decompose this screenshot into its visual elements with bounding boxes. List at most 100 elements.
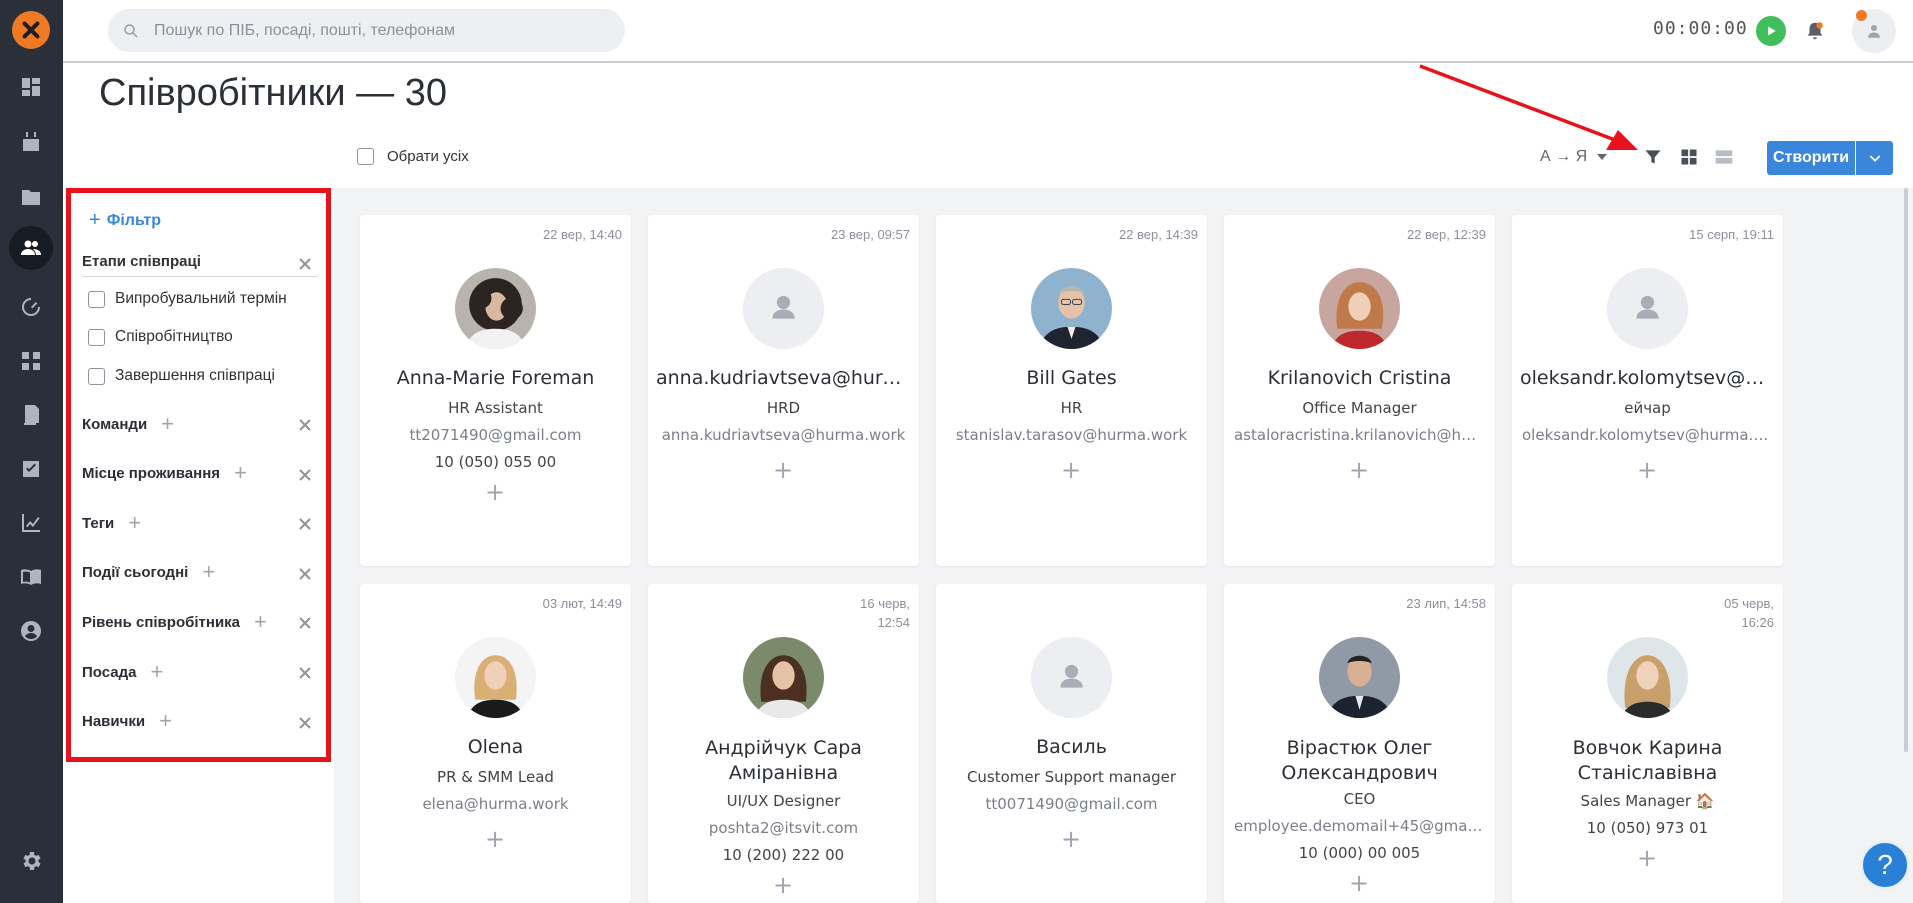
employee-email[interactable]: tt0071490@gmail.com — [946, 794, 1197, 814]
settings-gear-icon[interactable] — [16, 846, 46, 876]
employee-phone[interactable]: 10 (050) 055 00 — [370, 452, 621, 472]
filter-group-teams[interactable]: Команди + — [82, 413, 174, 435]
employee-card[interactable]: Василь Customer Support manager tt007149… — [936, 584, 1207, 903]
app-logo[interactable] — [12, 11, 50, 49]
employee-phone[interactable]: 10 (000) 00 005 — [1234, 843, 1485, 863]
add-icon[interactable]: + — [485, 480, 505, 504]
profile-icon[interactable] — [16, 616, 46, 646]
add-icon[interactable]: + — [161, 413, 174, 435]
select-all-label: Обрати усіх — [387, 148, 469, 165]
close-icon[interactable] — [297, 417, 313, 433]
create-button[interactable]: Створити — [1767, 141, 1855, 175]
filter-group-position[interactable]: Посада + — [82, 661, 163, 683]
filter-group-employee-level[interactable]: Рівень співробітника + — [82, 611, 267, 633]
employee-email[interactable]: employee.demomail+45@gmail.com — [1234, 816, 1485, 836]
performance-icon[interactable] — [16, 292, 46, 322]
list-view-icon[interactable] — [1713, 146, 1735, 168]
stage-option-cooperation[interactable]: Співробітництво — [88, 328, 233, 346]
employee-email[interactable]: oleksandr.kolomytsev@hurma.work — [1522, 425, 1773, 445]
employee-card[interactable]: 22 вер, 12:39 Krilanovich Cristina Offic… — [1224, 215, 1495, 566]
employee-name[interactable]: Вірастюк Олег Олександрович — [1232, 736, 1487, 786]
employee-card[interactable]: 23 лип, 14:58 Вірастюк Олег Олександрови… — [1224, 584, 1495, 903]
help-button[interactable]: ? — [1860, 840, 1910, 890]
add-icon[interactable]: + — [128, 512, 141, 534]
add-icon[interactable]: + — [773, 873, 793, 897]
add-icon[interactable]: + — [150, 661, 163, 683]
employee-phone[interactable]: 10 (200) 222 00 — [658, 845, 909, 865]
add-icon[interactable]: + — [1349, 458, 1369, 482]
add-icon[interactable]: + — [1349, 871, 1369, 895]
close-icon[interactable] — [297, 566, 313, 582]
filter-group-events-today[interactable]: Події сьогодні + — [82, 561, 215, 583]
documents-icon[interactable] — [16, 400, 46, 430]
employee-card[interactable]: 22 вер, 14:40 Anna-Marie Foreman HR Assi… — [360, 215, 631, 566]
add-icon[interactable]: + — [234, 462, 247, 484]
add-icon[interactable]: + — [1637, 846, 1657, 870]
employee-phone[interactable]: 10 (050) 973 01 — [1522, 818, 1773, 838]
close-icon[interactable] — [297, 516, 313, 532]
knowledge-base-icon[interactable] — [16, 562, 46, 592]
employee-card[interactable]: 22 вер, 14:39 Bill Gates HR stanislav.ta… — [936, 215, 1207, 566]
close-icon[interactable] — [297, 715, 313, 731]
add-filter-button[interactable]: + Фільтр — [89, 209, 161, 232]
search-input[interactable] — [154, 21, 594, 40]
employee-email[interactable]: tt2071490@gmail.com — [370, 425, 621, 445]
employee-card[interactable]: 05 черв, 16:26 Вовчок Карина Станіславів… — [1512, 584, 1783, 903]
stage-checkbox[interactable] — [88, 290, 105, 308]
tasks-icon[interactable] — [16, 454, 46, 484]
add-icon[interactable]: + — [773, 458, 793, 482]
employee-name[interactable]: Василь — [944, 735, 1199, 760]
user-avatar[interactable] — [1852, 9, 1896, 53]
close-icon[interactable] — [297, 467, 313, 483]
filter-group-tags[interactable]: Теги + — [82, 512, 141, 534]
select-all-control[interactable]: Обрати усіх — [357, 148, 469, 165]
add-icon[interactable]: + — [485, 827, 505, 851]
recruiting-icon[interactable] — [16, 182, 46, 212]
scrollbar[interactable] — [1898, 188, 1913, 903]
employee-email[interactable]: poshta2@itsvit.com — [658, 818, 909, 838]
org-structure-icon[interactable] — [16, 346, 46, 376]
employee-name[interactable]: oleksandr.kolomytsev@hurma.work — [1520, 366, 1775, 391]
close-icon[interactable] — [297, 665, 313, 681]
employee-name[interactable]: Anna-Marie Foreman — [368, 366, 623, 391]
grid-view-icon[interactable] — [1678, 146, 1700, 168]
employee-card[interactable]: 16 черв, 12:54 Андрійчук Сара Аміранівна… — [648, 584, 919, 903]
scrollbar-thumb[interactable] — [1904, 188, 1908, 752]
employees-icon[interactable] — [9, 226, 53, 270]
employee-name[interactable]: Krilanovich Cristina — [1232, 366, 1487, 391]
employee-name[interactable]: Bill Gates — [944, 366, 1199, 391]
employee-name[interactable]: Вовчок Карина Станіславівна — [1520, 736, 1775, 786]
create-options-button[interactable] — [1856, 141, 1893, 175]
add-icon[interactable]: + — [1061, 827, 1081, 851]
stage-checkbox[interactable] — [88, 367, 105, 385]
reports-icon[interactable] — [16, 508, 46, 538]
filter-group-skills[interactable]: Навички + — [82, 710, 172, 732]
filter-group-residence[interactable]: Місце проживання + — [82, 462, 247, 484]
employee-email[interactable]: stanislav.tarasov@hurma.work — [946, 425, 1197, 445]
add-icon[interactable]: + — [254, 611, 267, 633]
employee-name[interactable]: Olena — [368, 735, 623, 760]
close-icon[interactable] — [297, 256, 313, 272]
stage-option-probation[interactable]: Випробувальний термін — [88, 290, 287, 308]
employee-card[interactable]: 15 серп, 19:11 oleksandr.kolomytsev@hurm… — [1512, 215, 1783, 566]
employee-email[interactable]: anna.kudriavtseva@hurma.work — [658, 425, 909, 445]
stage-checkbox[interactable] — [88, 328, 105, 346]
add-icon[interactable]: + — [202, 561, 215, 583]
select-all-checkbox[interactable] — [357, 148, 374, 165]
employee-email[interactable]: astaloracristina.krilanovich@hurma.work — [1234, 425, 1485, 445]
start-timer-button[interactable] — [1756, 16, 1786, 46]
employee-email[interactable]: elena@hurma.work — [370, 794, 621, 814]
stage-option-termination[interactable]: Завершення співпраці — [88, 367, 275, 385]
dashboard-icon[interactable] — [16, 72, 46, 102]
add-icon[interactable]: + — [1637, 458, 1657, 482]
employee-card[interactable]: 03 лют, 14:49 Olena PR & SMM Lead elena@… — [360, 584, 631, 903]
close-icon[interactable] — [297, 615, 313, 631]
employee-card[interactable]: 23 вер, 09:57 anna.kudriavtseva@hurma.wo… — [648, 215, 919, 566]
employee-name[interactable]: Андрійчук Сара Аміранівна — [656, 736, 911, 786]
add-icon[interactable]: + — [159, 710, 172, 732]
notifications-icon[interactable] — [1800, 16, 1830, 46]
calendar-icon[interactable] — [16, 127, 46, 157]
employee-name[interactable]: anna.kudriavtseva@hurma.work — [656, 366, 911, 391]
search-box[interactable] — [108, 9, 625, 52]
add-icon[interactable]: + — [1061, 458, 1081, 482]
